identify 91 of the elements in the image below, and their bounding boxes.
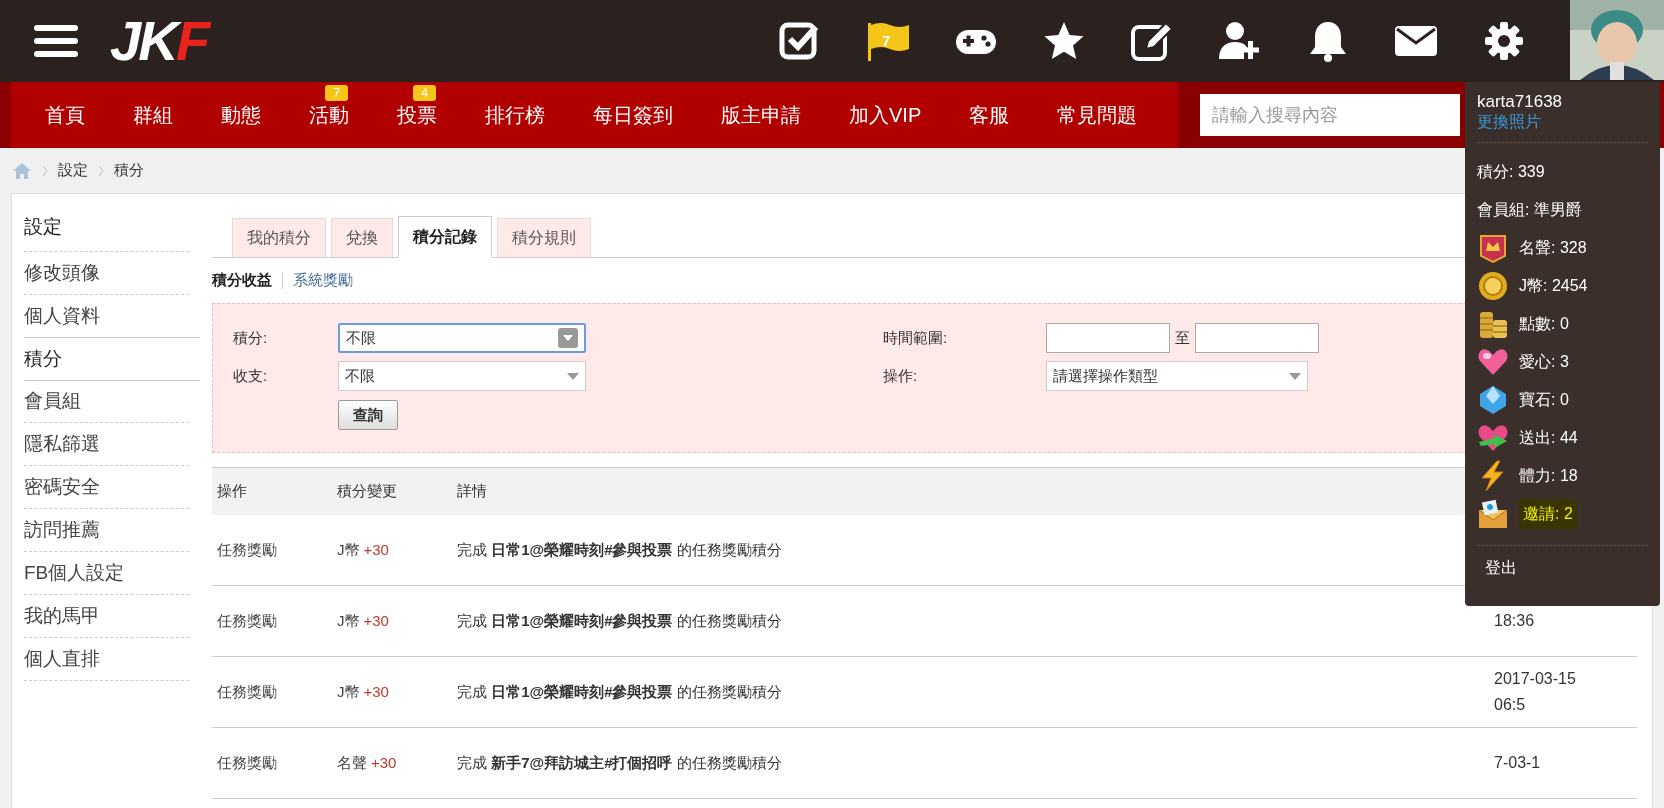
nav-link[interactable]: 群組	[109, 82, 197, 148]
operation-select[interactable]: 請選擇操作類型	[1046, 361, 1308, 391]
notification-badge: 4	[413, 85, 437, 101]
caret-icon	[1289, 372, 1301, 380]
table-cell-text: 任務獎勵	[216, 539, 278, 560]
sidebar-item[interactable]: 修改頭像	[24, 252, 189, 295]
sidebar-item[interactable]: 密碼安全	[24, 466, 189, 509]
credit-type: J幣	[337, 610, 360, 631]
stat-text: 名聲: 328	[1519, 238, 1587, 258]
table-cell-text: 完成 日常1@榮耀時刻#參與投票 的任務獎勵積分	[456, 539, 783, 560]
banner-icon	[1477, 232, 1509, 264]
username: karta71638	[1477, 92, 1564, 112]
sidebar-item[interactable]: 隱私篩選	[24, 423, 189, 466]
nav-link[interactable]: 動態	[197, 82, 285, 148]
table-cell-text: 完成 新手7@拜訪城主#打個招呼 的任務獎勵積分	[456, 752, 783, 773]
search-field[interactable]: 請輸入搜尋內容	[1200, 94, 1460, 136]
subtab-link[interactable]: 系統獎勵	[293, 269, 353, 292]
envelope-icon	[1477, 498, 1509, 530]
sidebar-item[interactable]: FB個人設定	[24, 552, 189, 595]
stat-text: 送出: 44	[1519, 428, 1578, 448]
credit-type: J幣	[337, 681, 360, 702]
nav-link[interactable]: 客服	[945, 82, 1034, 148]
breadcrumb-link[interactable]: 積分	[114, 159, 144, 182]
chevron-icon	[98, 164, 104, 177]
table-cell-text: 任務獎勵	[216, 610, 278, 631]
filter-label: 操作:	[883, 365, 919, 386]
credit-amount: +30	[363, 681, 389, 702]
date-cell-text: 2017-03-15 06:5	[1494, 669, 1576, 715]
date-field[interactable]	[1046, 323, 1170, 353]
tab[interactable]: 積分記錄	[398, 216, 492, 258]
table-cell-text: 完成 日常1@榮耀時刻#參與投票 的任務獎勵積分	[456, 610, 783, 631]
settings-icon[interactable]	[1482, 19, 1526, 63]
filter-label: 積分:	[233, 327, 269, 348]
nav-link[interactable]: 排行榜	[461, 82, 569, 148]
logo[interactable]: JKF	[110, 13, 208, 69]
filter-label: 收支:	[233, 365, 269, 386]
sidebar-item[interactable]: 個人資料	[24, 295, 189, 338]
chevron-icon	[42, 164, 48, 177]
nav-link[interactable]: 加入VIP	[825, 82, 946, 148]
sidebar-item[interactable]: 會員組	[24, 380, 189, 423]
nav-link[interactable]: 常見問題	[1033, 82, 1162, 148]
menu-icon[interactable]	[34, 23, 78, 59]
query-button[interactable]: 查詢	[338, 400, 398, 430]
credit-amount: +30	[363, 610, 389, 631]
column-header: 詳情	[456, 481, 488, 502]
tab[interactable]: 兌換	[331, 218, 393, 257]
tab[interactable]: 我的積分	[232, 218, 326, 257]
date-field[interactable]	[1195, 323, 1319, 353]
stat-text: 點數: 0	[1519, 314, 1569, 334]
notification-badge: 7	[325, 85, 349, 101]
credit-amount: +30	[371, 752, 397, 773]
column-header: 操作	[216, 481, 248, 502]
sidebar-title: 設定	[24, 204, 189, 252]
tab[interactable]: 積分規則	[497, 218, 591, 257]
coin-icon	[1477, 270, 1509, 302]
sidebar-item[interactable]: 積分	[24, 337, 200, 381]
table-cell-text: 任務獎勵	[216, 681, 278, 702]
sidebar-item[interactable]: 我的馬甲	[24, 595, 189, 638]
nav-link[interactable]: 首頁	[21, 82, 109, 148]
caret-icon	[567, 372, 579, 380]
credit-amount: +30	[363, 539, 389, 560]
change-photo-link[interactable]: 更換照片	[1477, 112, 1541, 132]
filter-label: 時間範圍:	[883, 327, 949, 348]
table-cell-text: 任務獎勵	[216, 752, 278, 773]
nav-link[interactable]: 每日簽到	[569, 82, 697, 148]
date-cell-text: 18:36	[1494, 611, 1535, 631]
stat-text: 會員組: 準男爵	[1477, 200, 1582, 220]
subtab-link[interactable]: 積分收益	[212, 269, 272, 292]
credit-type: J幣	[337, 539, 360, 560]
logout-link[interactable]: 登出	[1485, 556, 1517, 580]
stat-text: J幣: 2454	[1519, 276, 1588, 296]
column-header: 積分變更	[336, 481, 398, 502]
sidebar-item[interactable]: 個人直排	[24, 638, 189, 681]
stat-text: 邀請: 2	[1519, 499, 1577, 529]
table-cell-text: 完成 日常1@榮耀時刻#參與投票 的任務獎勵積分	[456, 681, 783, 702]
stat-text: 寶石: 0	[1519, 390, 1569, 410]
stat-text: 積分: 339	[1477, 162, 1545, 182]
credit-select[interactable]: 不限	[338, 323, 586, 353]
nav-link[interactable]: 投票 4	[373, 82, 461, 148]
stat-text: 愛心: 3	[1519, 352, 1569, 372]
balance-select[interactable]: 不限	[338, 361, 586, 391]
date-cell-text: 7-03-1	[1494, 753, 1541, 773]
range-separator: 至	[1175, 327, 1190, 348]
nav-link[interactable]: 活動 7	[285, 82, 373, 148]
breadcrumb-link[interactable]: 設定	[58, 159, 88, 182]
stat-text: 體力: 18	[1519, 466, 1578, 486]
badge-count: 7	[882, 31, 891, 51]
gem-icon	[1477, 384, 1509, 416]
credit-type: 名聲	[337, 752, 367, 773]
nav-link[interactable]: 版主申請	[697, 82, 825, 148]
sidebar-item[interactable]: 訪問推薦	[24, 509, 189, 552]
